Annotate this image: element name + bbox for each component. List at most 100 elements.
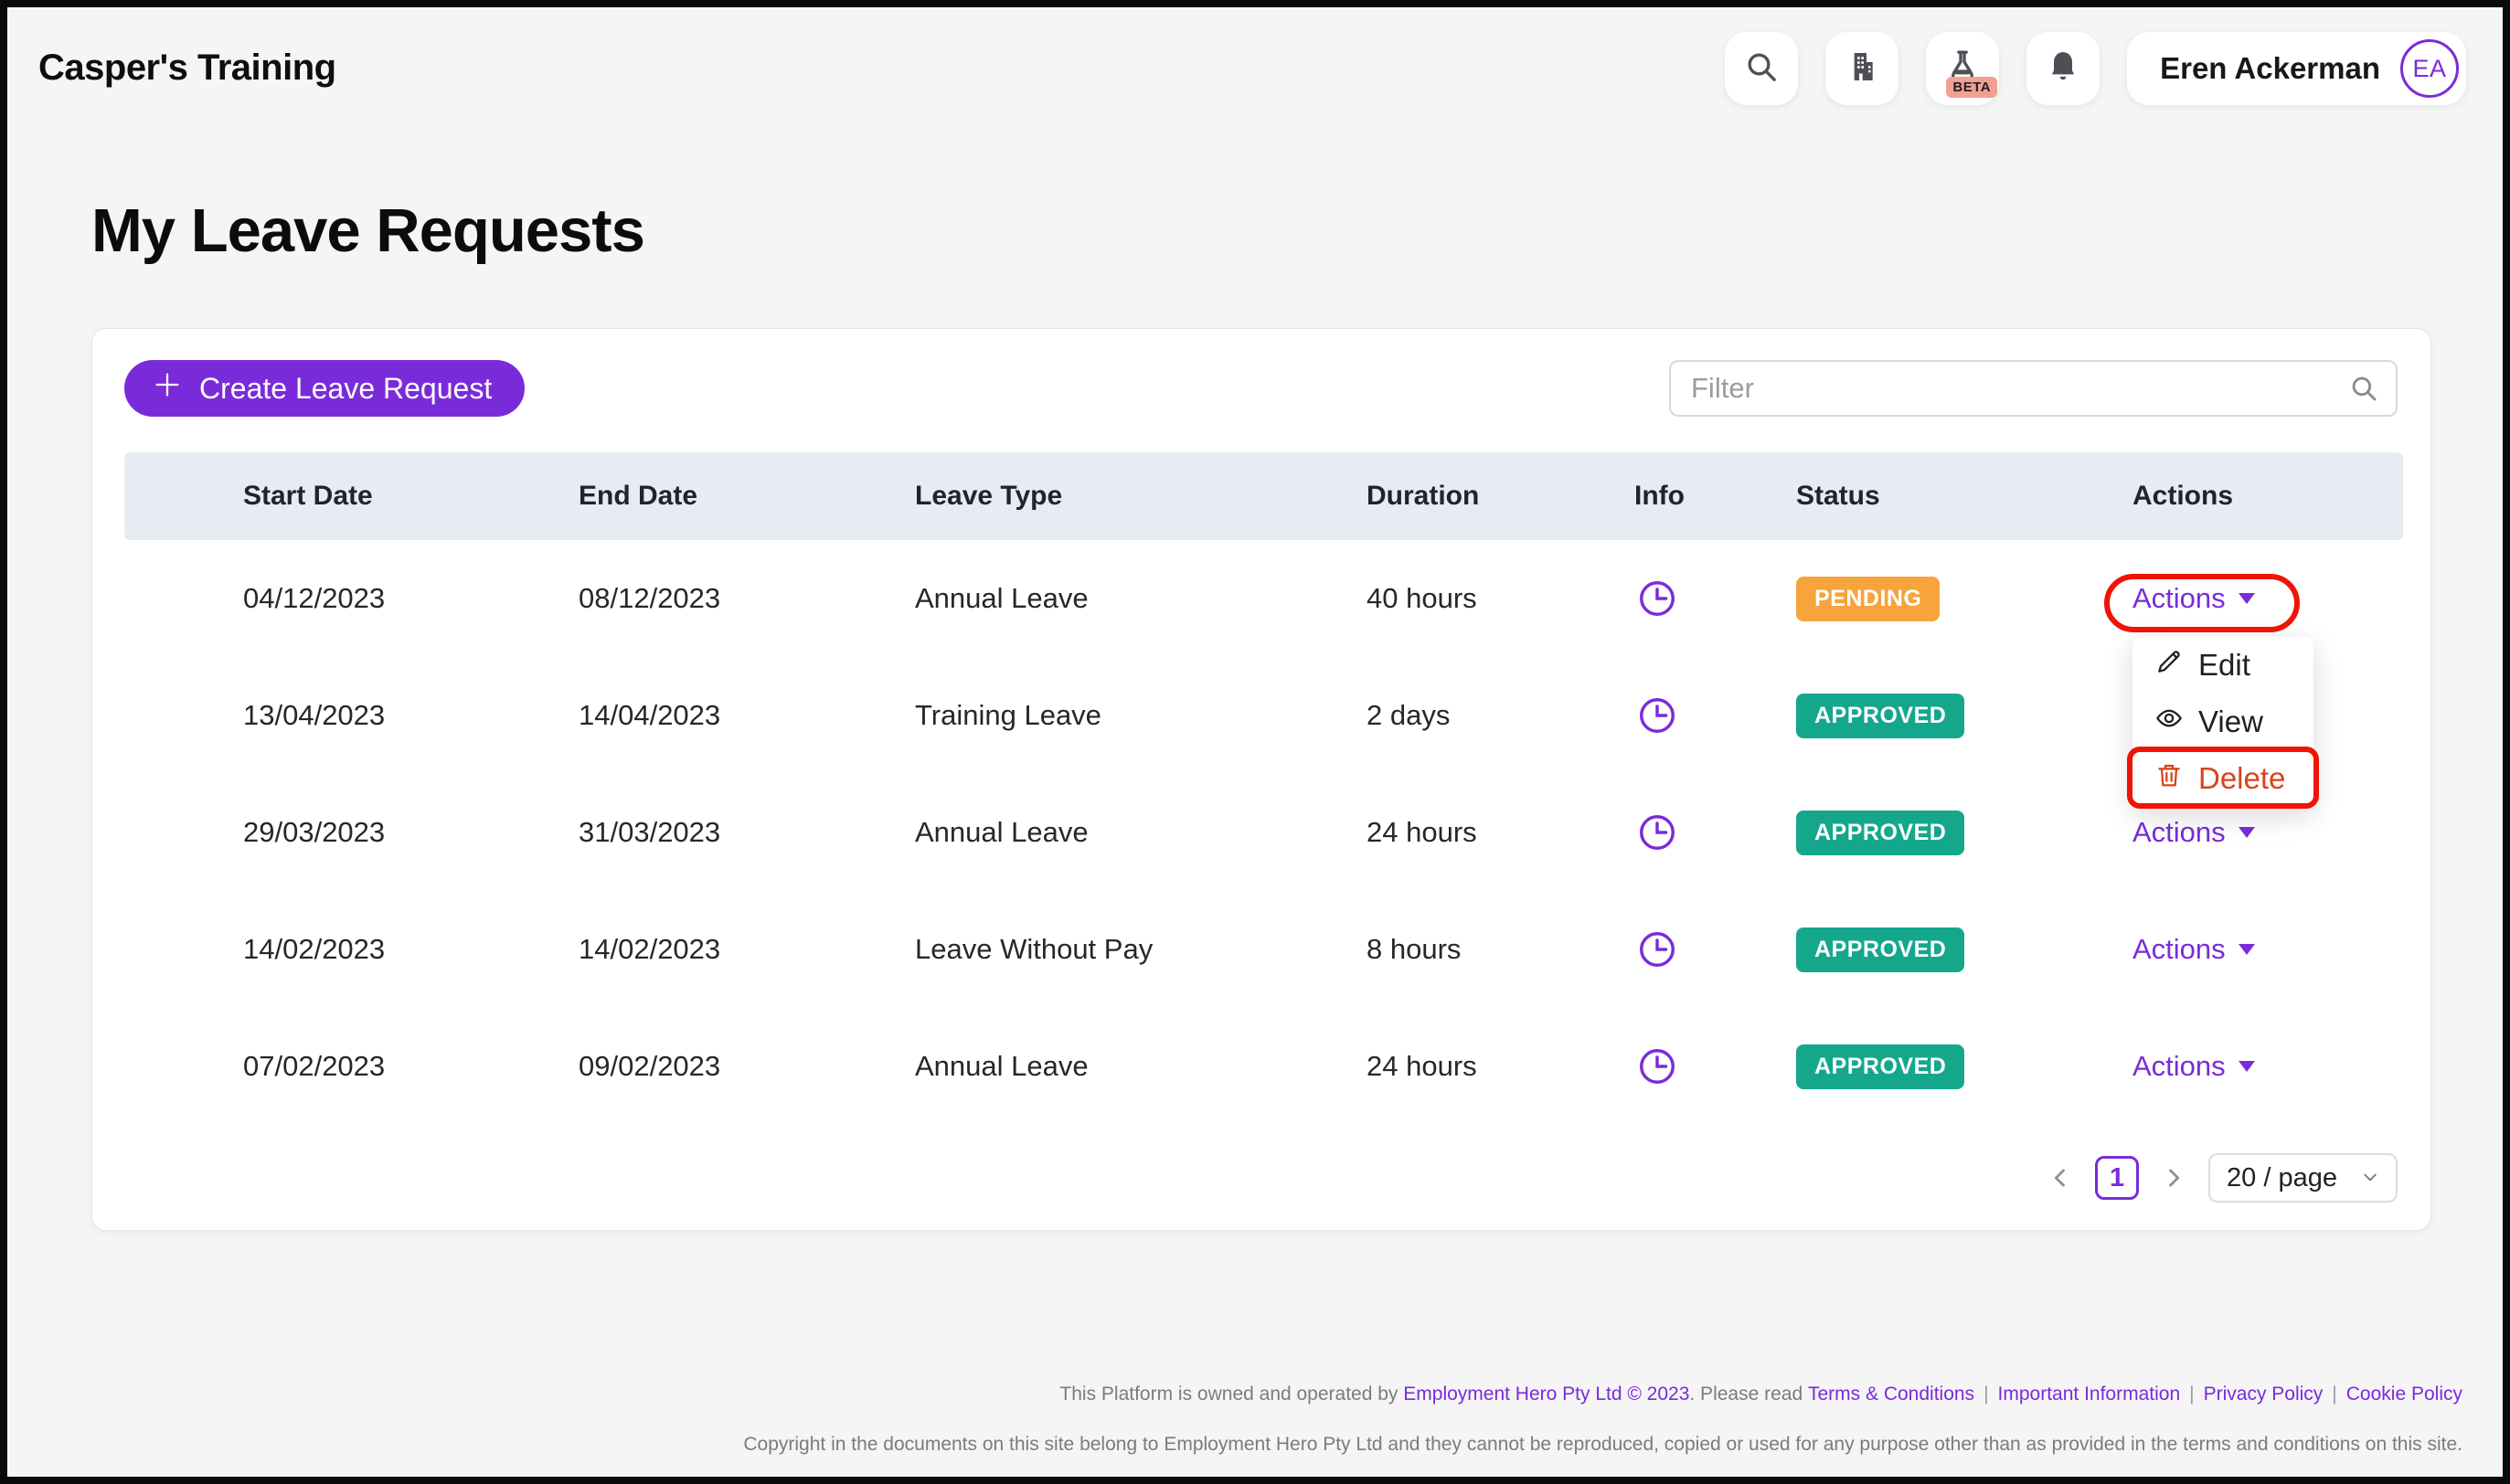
footer-link-terms[interactable]: Terms & Conditions <box>1808 1383 1974 1405</box>
info-clock-icon[interactable] <box>1636 694 1678 737</box>
column-header-duration: Duration <box>1367 481 1634 512</box>
cell-start-date: 07/02/2023 <box>243 1050 579 1083</box>
footer: This Platform is owned and operated by E… <box>743 1383 2462 1456</box>
info-clock-icon[interactable] <box>1636 578 1678 620</box>
company-button[interactable] <box>1825 32 1898 105</box>
footer-link-important-information[interactable]: Important Information <box>1998 1383 2181 1405</box>
search-button[interactable] <box>1725 32 1798 105</box>
info-clock-icon[interactable] <box>1636 811 1678 853</box>
notifications-bell-icon <box>2045 48 2081 90</box>
create-leave-request-button[interactable]: Create Leave Request <box>124 360 525 417</box>
table-header-row: Start Date End Date Leave Type Duration … <box>124 452 2403 540</box>
actions-dropdown-trigger[interactable]: Actions <box>2132 816 2255 849</box>
footer-link-company[interactable]: Employment Hero Pty Ltd © 2023 <box>1403 1383 1689 1405</box>
cell-end-date: 14/02/2023 <box>579 933 915 966</box>
column-header-actions: Actions <box>2132 481 2403 512</box>
cell-leave-type: Annual Leave <box>915 582 1367 615</box>
info-clock-icon[interactable] <box>1636 928 1678 970</box>
company-icon <box>1844 48 1880 90</box>
footer-line-1: This Platform is owned and operated by E… <box>743 1383 2462 1405</box>
actions-dropdown-trigger[interactable]: Actions <box>2132 933 2255 966</box>
create-leave-request-label: Create Leave Request <box>199 372 492 406</box>
cell-duration: 40 hours <box>1367 582 1634 615</box>
caret-down-icon <box>2239 944 2255 955</box>
actions-dropdown-trigger[interactable]: Actions <box>2132 1050 2255 1083</box>
leave-requests-card: Create Leave Request Start Date End Date… <box>91 328 2431 1231</box>
user-name: Eren Ackerman <box>2160 51 2380 86</box>
footer-text: This Platform is owned and operated by <box>1059 1383 1403 1405</box>
previous-page-button[interactable] <box>2047 1165 2073 1191</box>
menu-item-label: Delete <box>2198 761 2285 796</box>
top-bar-actions: BETA Eren Ackerman EA <box>1725 32 2466 105</box>
table-row: 07/02/2023 09/02/2023 Annual Leave 24 ho… <box>124 1008 2403 1125</box>
column-header-leave-type: Leave Type <box>915 481 1367 512</box>
cell-end-date: 14/04/2023 <box>579 699 915 732</box>
plus-icon <box>152 369 183 408</box>
notifications-button[interactable] <box>2026 32 2100 105</box>
filter-field <box>1669 360 2398 417</box>
table-row: 04/12/2023 08/12/2023 Annual Leave 40 ho… <box>124 540 2403 657</box>
cell-duration: 2 days <box>1367 699 1634 732</box>
table-body: 04/12/2023 08/12/2023 Annual Leave 40 ho… <box>124 540 2403 1125</box>
next-page-button[interactable] <box>2161 1165 2186 1191</box>
footer-copyright: Copyright in the documents on this site … <box>743 1434 2462 1456</box>
actions-label: Actions <box>2132 1050 2226 1083</box>
footer-link-cookie-policy[interactable]: Cookie Policy <box>2346 1383 2462 1405</box>
page-number-button[interactable]: 1 <box>2095 1156 2139 1200</box>
app-window: Casper's Training <box>0 0 2510 1484</box>
cell-start-date: 29/03/2023 <box>243 816 579 849</box>
table-row: 29/03/2023 31/03/2023 Annual Leave 24 ho… <box>124 774 2403 891</box>
cell-end-date: 08/12/2023 <box>579 582 915 615</box>
actions-label: Actions <box>2132 816 2226 849</box>
eye-icon <box>2154 704 2184 740</box>
footer-line-2: Copyright in the documents on this site … <box>743 1434 2462 1456</box>
cell-duration: 8 hours <box>1367 933 1634 966</box>
cell-end-date: 31/03/2023 <box>579 816 915 849</box>
menu-item-view[interactable]: View <box>2132 694 2313 750</box>
caret-down-icon <box>2239 1061 2255 1072</box>
chevron-down-icon <box>2361 1163 2379 1193</box>
actions-dropdown-trigger[interactable]: Actions <box>2132 582 2255 615</box>
caret-down-icon <box>2239 827 2255 838</box>
column-header-start-date: Start Date <box>243 481 579 512</box>
page-size-value: 20 / page <box>2227 1163 2337 1193</box>
cell-leave-type: Annual Leave <box>915 1050 1367 1083</box>
cell-start-date: 04/12/2023 <box>243 582 579 615</box>
cell-leave-type: Annual Leave <box>915 816 1367 849</box>
column-header-end-date: End Date <box>579 481 915 512</box>
cell-start-date: 13/04/2023 <box>243 699 579 732</box>
table-row: 14/02/2023 14/02/2023 Leave Without Pay … <box>124 891 2403 1008</box>
column-header-info: Info <box>1634 481 1796 512</box>
pencil-icon <box>2154 647 2184 684</box>
cell-duration: 24 hours <box>1367 816 1634 849</box>
footer-separator: | <box>2189 1383 2194 1405</box>
status-badge: APPROVED <box>1796 811 1964 855</box>
actions-label: Actions <box>2132 582 2226 615</box>
menu-item-edit[interactable]: Edit <box>2132 637 2313 694</box>
search-icon <box>1743 48 1780 90</box>
footer-text: . Please read <box>1689 1383 1808 1405</box>
footer-separator: | <box>1984 1383 1988 1405</box>
filter-input[interactable] <box>1669 360 2398 417</box>
beta-flask-button[interactable]: BETA <box>1926 32 1999 105</box>
cell-leave-type: Leave Without Pay <box>915 933 1367 966</box>
footer-separator: | <box>2332 1383 2336 1405</box>
caret-down-icon <box>2239 593 2255 604</box>
cell-end-date: 09/02/2023 <box>579 1050 915 1083</box>
table-row: 13/04/2023 14/04/2023 Training Leave 2 d… <box>124 657 2403 774</box>
cell-leave-type: Training Leave <box>915 699 1367 732</box>
trash-icon <box>2154 760 2184 797</box>
info-clock-icon[interactable] <box>1636 1045 1678 1087</box>
status-badge: APPROVED <box>1796 694 1964 738</box>
pagination: 1 20 / page <box>2047 1153 2398 1203</box>
footer-link-privacy-policy[interactable]: Privacy Policy <box>2204 1383 2324 1405</box>
status-badge: APPROVED <box>1796 1044 1964 1089</box>
menu-item-label: View <box>2198 705 2263 739</box>
status-badge: APPROVED <box>1796 928 1964 972</box>
user-menu[interactable]: Eren Ackerman EA <box>2127 32 2466 105</box>
actions-label: Actions <box>2132 933 2226 966</box>
menu-item-label: Edit <box>2198 648 2250 683</box>
menu-item-delete[interactable]: Delete <box>2132 750 2313 807</box>
page-size-select[interactable]: 20 / page <box>2208 1153 2398 1203</box>
status-badge: PENDING <box>1796 577 1940 621</box>
